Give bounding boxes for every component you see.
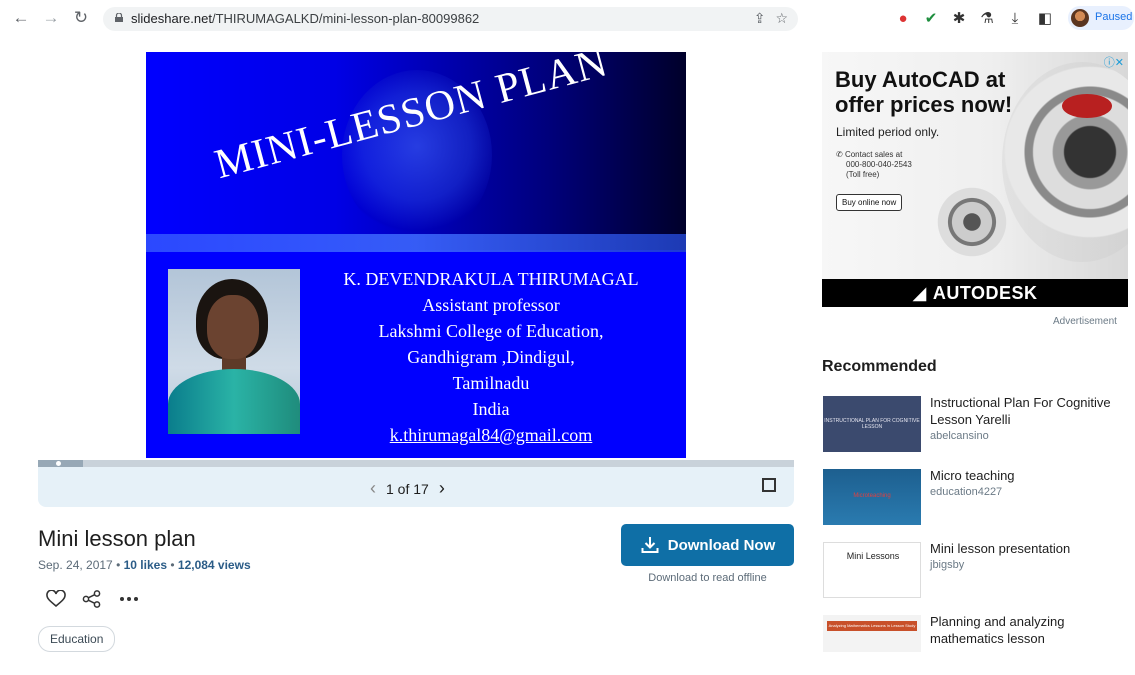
autodesk-logo-icon: ◢ [912, 282, 927, 303]
download-sublabel: Download to read offline [648, 572, 767, 584]
share-network-icon[interactable] [82, 590, 102, 608]
recommended-title[interactable]: Mini lesson presentation [930, 540, 1125, 557]
category-tag[interactable]: Education [38, 626, 116, 652]
share-icon[interactable]: ⇪ [754, 10, 766, 27]
back-icon[interactable]: ← [10, 7, 32, 29]
phone-icon: ✆ [836, 150, 845, 159]
slide-author-name: K. DEVENDRAKULA THIRUMAGAL [343, 269, 639, 289]
recommended-author[interactable]: abelcansino [930, 430, 989, 442]
recommended-thumbnail[interactable]: Microteaching [823, 469, 921, 525]
meta-separator: • [116, 558, 121, 572]
author-photo [168, 269, 300, 434]
slide-progress-bar[interactable] [38, 460, 794, 467]
url-text[interactable]: slideshare.net/THIRUMAGALKD/mini-lesson-… [131, 11, 479, 26]
slide-email: k.thirumagal84@gmail.com [389, 425, 593, 445]
ad-brand: AUTODESK [932, 282, 1038, 303]
profile-label: Paused [1095, 11, 1133, 23]
reload-icon[interactable]: ↻ [70, 7, 92, 29]
more-options-icon[interactable] [118, 590, 140, 608]
download-icon[interactable]: ⤓ [1005, 8, 1025, 28]
recommended-title[interactable]: Planning and analyzing mathematics lesso… [930, 613, 1125, 647]
ad-contact-line-2: 000-800-040-2543 [846, 160, 912, 169]
recommended-title[interactable]: Instructional Plan For Cognitive Lesson … [930, 394, 1125, 428]
document-title: Mini lesson plan [38, 526, 196, 551]
download-button[interactable]: Download Now [621, 524, 794, 566]
url-path: /THIRUMAGALKD/mini-lesson-plan-80099862 [211, 11, 480, 26]
page-indicator: 1 of 17 [386, 480, 429, 497]
forward-icon[interactable]: → [40, 7, 62, 29]
recommended-item[interactable]: Analyzing Mathematics Lessons in Lesson … [822, 613, 1125, 675]
recommended-item[interactable]: Mini Lessons Mini lesson presentation jb… [822, 540, 1125, 602]
recommended-thumb-text: Analyzing Mathematics Lessons in Lesson … [828, 623, 916, 628]
recommended-thumb-text: Microteaching [853, 493, 891, 499]
ad-gear-graphic [932, 182, 1012, 262]
recommended-thumb-text: Mini Lessons [846, 551, 900, 561]
slide-place: Gandhigram ,Dindigul, [407, 347, 575, 367]
avatar [1071, 9, 1089, 27]
recommended-item[interactable]: INSTRUCTIONAL PLAN FOR COGNITIVE LESSON … [822, 394, 1125, 456]
ad-buy-button[interactable]: Buy online now [836, 194, 903, 211]
recommended-author[interactable]: education4227 [930, 486, 1002, 498]
ad-contact: ✆ Contact sales at 000-800-040-2543 (Tol… [836, 150, 912, 180]
lock-icon[interactable] [115, 13, 123, 22]
slide-author-role: Assistant professor [422, 295, 560, 315]
ad-headline-line-1: Buy AutoCAD at [835, 67, 1006, 92]
url-domain: slideshare.net [131, 11, 212, 26]
ad-contact-line-3: (Toll free) [846, 170, 880, 179]
views-count: 12,084 views [177, 558, 251, 572]
recommended-thumbnail[interactable]: Analyzing Mathematics Lessons in Lesson … [823, 615, 921, 652]
adchoices-icon[interactable]: ⓘ✕ [1104, 54, 1124, 70]
recommended-heading: Recommended [822, 358, 937, 375]
ad-headline-line-2: offer prices now! [835, 92, 1013, 117]
address-bar[interactable]: slideshare.net/THIRUMAGALKD/mini-lesson-… [103, 7, 798, 31]
ad-contact-line-1: Contact sales at [844, 150, 903, 159]
likes-count: 10 likes [123, 558, 167, 572]
prev-slide-icon[interactable]: ‹ [370, 478, 376, 499]
download-label: Download Now [667, 536, 776, 554]
fullscreen-icon[interactable] [762, 478, 776, 492]
heart-icon[interactable] [46, 590, 66, 608]
document-actions [46, 590, 140, 608]
recommended-thumbnail[interactable]: INSTRUCTIONAL PLAN FOR COGNITIVE LESSON [823, 396, 921, 452]
download-icon [641, 537, 659, 553]
slide-country: India [472, 399, 510, 419]
check-icon[interactable]: ✔ [921, 8, 941, 28]
ad-brand-bar: ◢ AUTODESK [822, 279, 1128, 307]
ad-subline: Limited period only. [836, 125, 940, 139]
advertisement-banner[interactable]: Buy AutoCAD at offer prices now! Limited… [822, 52, 1128, 307]
recommended-title[interactable]: Micro teaching [930, 467, 1125, 484]
slide-progress-handle[interactable] [56, 461, 61, 466]
flask-icon[interactable]: ⚗ [977, 8, 997, 28]
document-meta: Sep. 24, 2017 • 10 likes • 12,084 views [38, 558, 251, 572]
ad-label: Advertisement [1053, 316, 1117, 327]
slide-college: Lakshmi College of Education, [378, 321, 604, 341]
pager: ‹ 1 of 17 › [370, 478, 445, 499]
extension-icon[interactable]: ● [893, 8, 913, 28]
meta-separator: • [170, 558, 175, 572]
ad-red-part-graphic [1062, 94, 1112, 118]
ad-headline: Buy AutoCAD at offer prices now! [835, 67, 1055, 117]
slide-state: Tamilnadu [452, 373, 530, 393]
player-controls: ‹ 1 of 17 › [38, 467, 794, 507]
profile-button[interactable]: Paused [1068, 6, 1134, 30]
publish-date: Sep. 24, 2017 [38, 558, 113, 572]
star-icon[interactable]: ☆ [775, 10, 788, 27]
recommended-thumbnail[interactable]: Mini Lessons [823, 542, 921, 598]
slide-band [146, 234, 686, 252]
sidepanel-icon[interactable]: ◧ [1035, 8, 1055, 28]
recommended-item[interactable]: Microteaching Micro teaching education42… [822, 467, 1125, 529]
puzzle-icon[interactable]: ✱ [949, 8, 969, 28]
recommended-thumb-text: INSTRUCTIONAL PLAN FOR COGNITIVE LESSON [824, 418, 920, 430]
slide-image[interactable]: MINI-LESSON PLAN K. DEVENDRAKULA THIRUMA… [146, 52, 686, 458]
browser-toolbar: ← → ↻ slideshare.net/THIRUMAGALKD/mini-l… [0, 0, 1135, 38]
recommended-author[interactable]: jbigsby [930, 559, 964, 571]
slide-author-block: K. DEVENDRAKULA THIRUMAGAL Assistant pro… [341, 266, 641, 448]
next-slide-icon[interactable]: › [439, 478, 445, 499]
